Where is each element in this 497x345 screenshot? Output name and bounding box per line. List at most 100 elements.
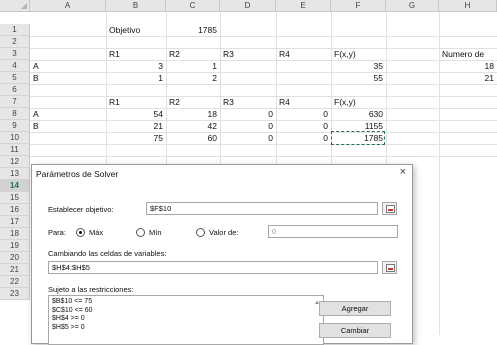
min-radio[interactable] [136, 228, 145, 237]
cell-c9[interactable]: 42 [166, 120, 220, 132]
solver-dialog: Parámetros de Solver × Establecer objeti… [31, 164, 413, 345]
row-header-12[interactable]: 12 [0, 156, 30, 168]
dialog-title: Parámetros de Solver [36, 169, 119, 179]
cell-e8[interactable]: 0 [276, 108, 331, 120]
row-header-4[interactable]: 4 [0, 60, 30, 72]
cell-c1[interactable]: 1785 [166, 24, 220, 36]
min-label: Mín [149, 228, 162, 237]
value-of-input[interactable]: 0 [268, 225, 398, 238]
cell-b3[interactable]: R1 [106, 48, 166, 60]
cell-c7[interactable]: R2 [166, 96, 220, 108]
cell-c5[interactable]: 2 [166, 72, 220, 84]
constraints-label: Sujeto a las restricciones: [48, 285, 134, 294]
column-header-f[interactable]: F [331, 0, 386, 12]
range-select-icon [386, 205, 395, 213]
cell-d8[interactable]: 0 [220, 108, 276, 120]
row-header-20[interactable]: 20 [0, 252, 30, 264]
grid-line [30, 144, 497, 145]
cell-c4[interactable]: 1 [166, 60, 220, 72]
row-header-11[interactable]: 11 [0, 144, 30, 156]
grid-line [30, 36, 497, 37]
row-header-21[interactable]: 21 [0, 264, 30, 276]
cell-c3[interactable]: R2 [166, 48, 220, 60]
row-header-9[interactable]: 9 [0, 120, 30, 132]
cell-f3[interactable]: F(x,y) [331, 48, 386, 60]
select-all-corner[interactable] [0, 0, 30, 12]
row-header-22[interactable]: 22 [0, 276, 30, 288]
add-constraint-button[interactable]: Agregar [319, 301, 391, 316]
cell-f8[interactable]: 630 [331, 108, 386, 120]
cell-e9[interactable]: 0 [276, 120, 331, 132]
max-radio[interactable] [76, 228, 85, 237]
constraint-item[interactable]: $H$4 >= 0 [52, 315, 320, 324]
cell-e10[interactable]: 0 [276, 132, 331, 144]
constraint-item[interactable]: $H$5 >= 0 [52, 324, 320, 333]
change-constraint-button[interactable]: Cambiar [319, 323, 391, 338]
column-header-h[interactable]: H [439, 0, 497, 12]
column-header-c[interactable]: C [166, 0, 220, 12]
constraint-item[interactable]: $C$10 <= 60 [52, 307, 320, 316]
grid-line [30, 156, 497, 157]
cell-b9[interactable]: 21 [106, 120, 166, 132]
cell-a5[interactable]: B [30, 72, 106, 84]
cell-h3[interactable]: Numero de [439, 48, 497, 60]
column-header-g[interactable]: G [386, 0, 439, 12]
cell-h4[interactable]: 18 [439, 60, 497, 72]
objective-range-picker-button[interactable] [382, 202, 397, 215]
cell-b4[interactable]: 3 [106, 60, 166, 72]
row-header-16[interactable]: 16 [0, 204, 30, 216]
cell-a4[interactable]: A [30, 60, 106, 72]
row-header-14[interactable]: 14 [0, 180, 30, 192]
to-label: Para: [48, 228, 66, 237]
row-header-5[interactable]: 5 [0, 72, 30, 84]
cell-a8[interactable]: A [30, 108, 106, 120]
cell-f7[interactable]: F(x,y) [331, 96, 386, 108]
cell-h5[interactable]: 21 [439, 72, 497, 84]
value-of-radio[interactable] [196, 228, 205, 237]
cell-d10[interactable]: 0 [220, 132, 276, 144]
column-header-d[interactable]: D [220, 0, 276, 12]
cell-e7[interactable]: R4 [276, 96, 331, 108]
cell-d7[interactable]: R3 [220, 96, 276, 108]
cell-b8[interactable]: 54 [106, 108, 166, 120]
changing-cells-range-picker-button[interactable] [382, 261, 397, 274]
changing-cells-input[interactable]: $H$4:$H$5 [48, 261, 378, 274]
constraint-item[interactable]: $B$10 <= 75 [52, 298, 320, 307]
row-header-6[interactable]: 6 [0, 84, 30, 96]
close-icon[interactable]: × [400, 166, 406, 178]
row-header-23[interactable]: 23 [0, 288, 30, 300]
column-header-a[interactable]: A [30, 0, 106, 12]
cell-f5[interactable]: 55 [331, 72, 386, 84]
constraints-list[interactable]: $B$10 <= 75 $C$10 <= 60 $H$4 >= 0 $H$5 >… [48, 295, 324, 345]
column-header-b[interactable]: B [106, 0, 166, 12]
row-header-13[interactable]: 13 [0, 168, 30, 180]
objective-input[interactable]: $F$10 [146, 202, 378, 215]
row-header-2[interactable]: 2 [0, 36, 30, 48]
cell-c10[interactable]: 60 [166, 132, 220, 144]
row-header-10[interactable]: 10 [0, 132, 30, 144]
row-header-18[interactable]: 18 [0, 228, 30, 240]
cell-d3[interactable]: R3 [220, 48, 276, 60]
cell-a9[interactable]: B [30, 120, 106, 132]
row-header-17[interactable]: 17 [0, 216, 30, 228]
row-header-19[interactable]: 19 [0, 240, 30, 252]
cell-b1[interactable]: Objetivo [106, 24, 166, 36]
row-header-15[interactable]: 15 [0, 192, 30, 204]
cell-e3[interactable]: R4 [276, 48, 331, 60]
changing-cells-label: Cambiando las celdas de variables: [48, 249, 167, 258]
row-header-7[interactable]: 7 [0, 96, 30, 108]
cell-c8[interactable]: 18 [166, 108, 220, 120]
cell-f4[interactable]: 35 [331, 60, 386, 72]
column-header-e[interactable]: E [276, 0, 331, 12]
cell-b7[interactable]: R1 [106, 96, 166, 108]
range-select-icon [386, 264, 395, 272]
cell-b10[interactable]: 75 [106, 132, 166, 144]
row-header-1[interactable]: 1 [0, 24, 30, 36]
cell-b5[interactable]: 1 [106, 72, 166, 84]
max-label: Máx [89, 228, 104, 237]
objective-label: Establecer objetivo: [48, 205, 114, 214]
row-header-8[interactable]: 8 [0, 108, 30, 120]
row-header-3[interactable]: 3 [0, 48, 30, 60]
cell-d9[interactable]: 0 [220, 120, 276, 132]
value-of-label: Valor de: [209, 228, 239, 237]
